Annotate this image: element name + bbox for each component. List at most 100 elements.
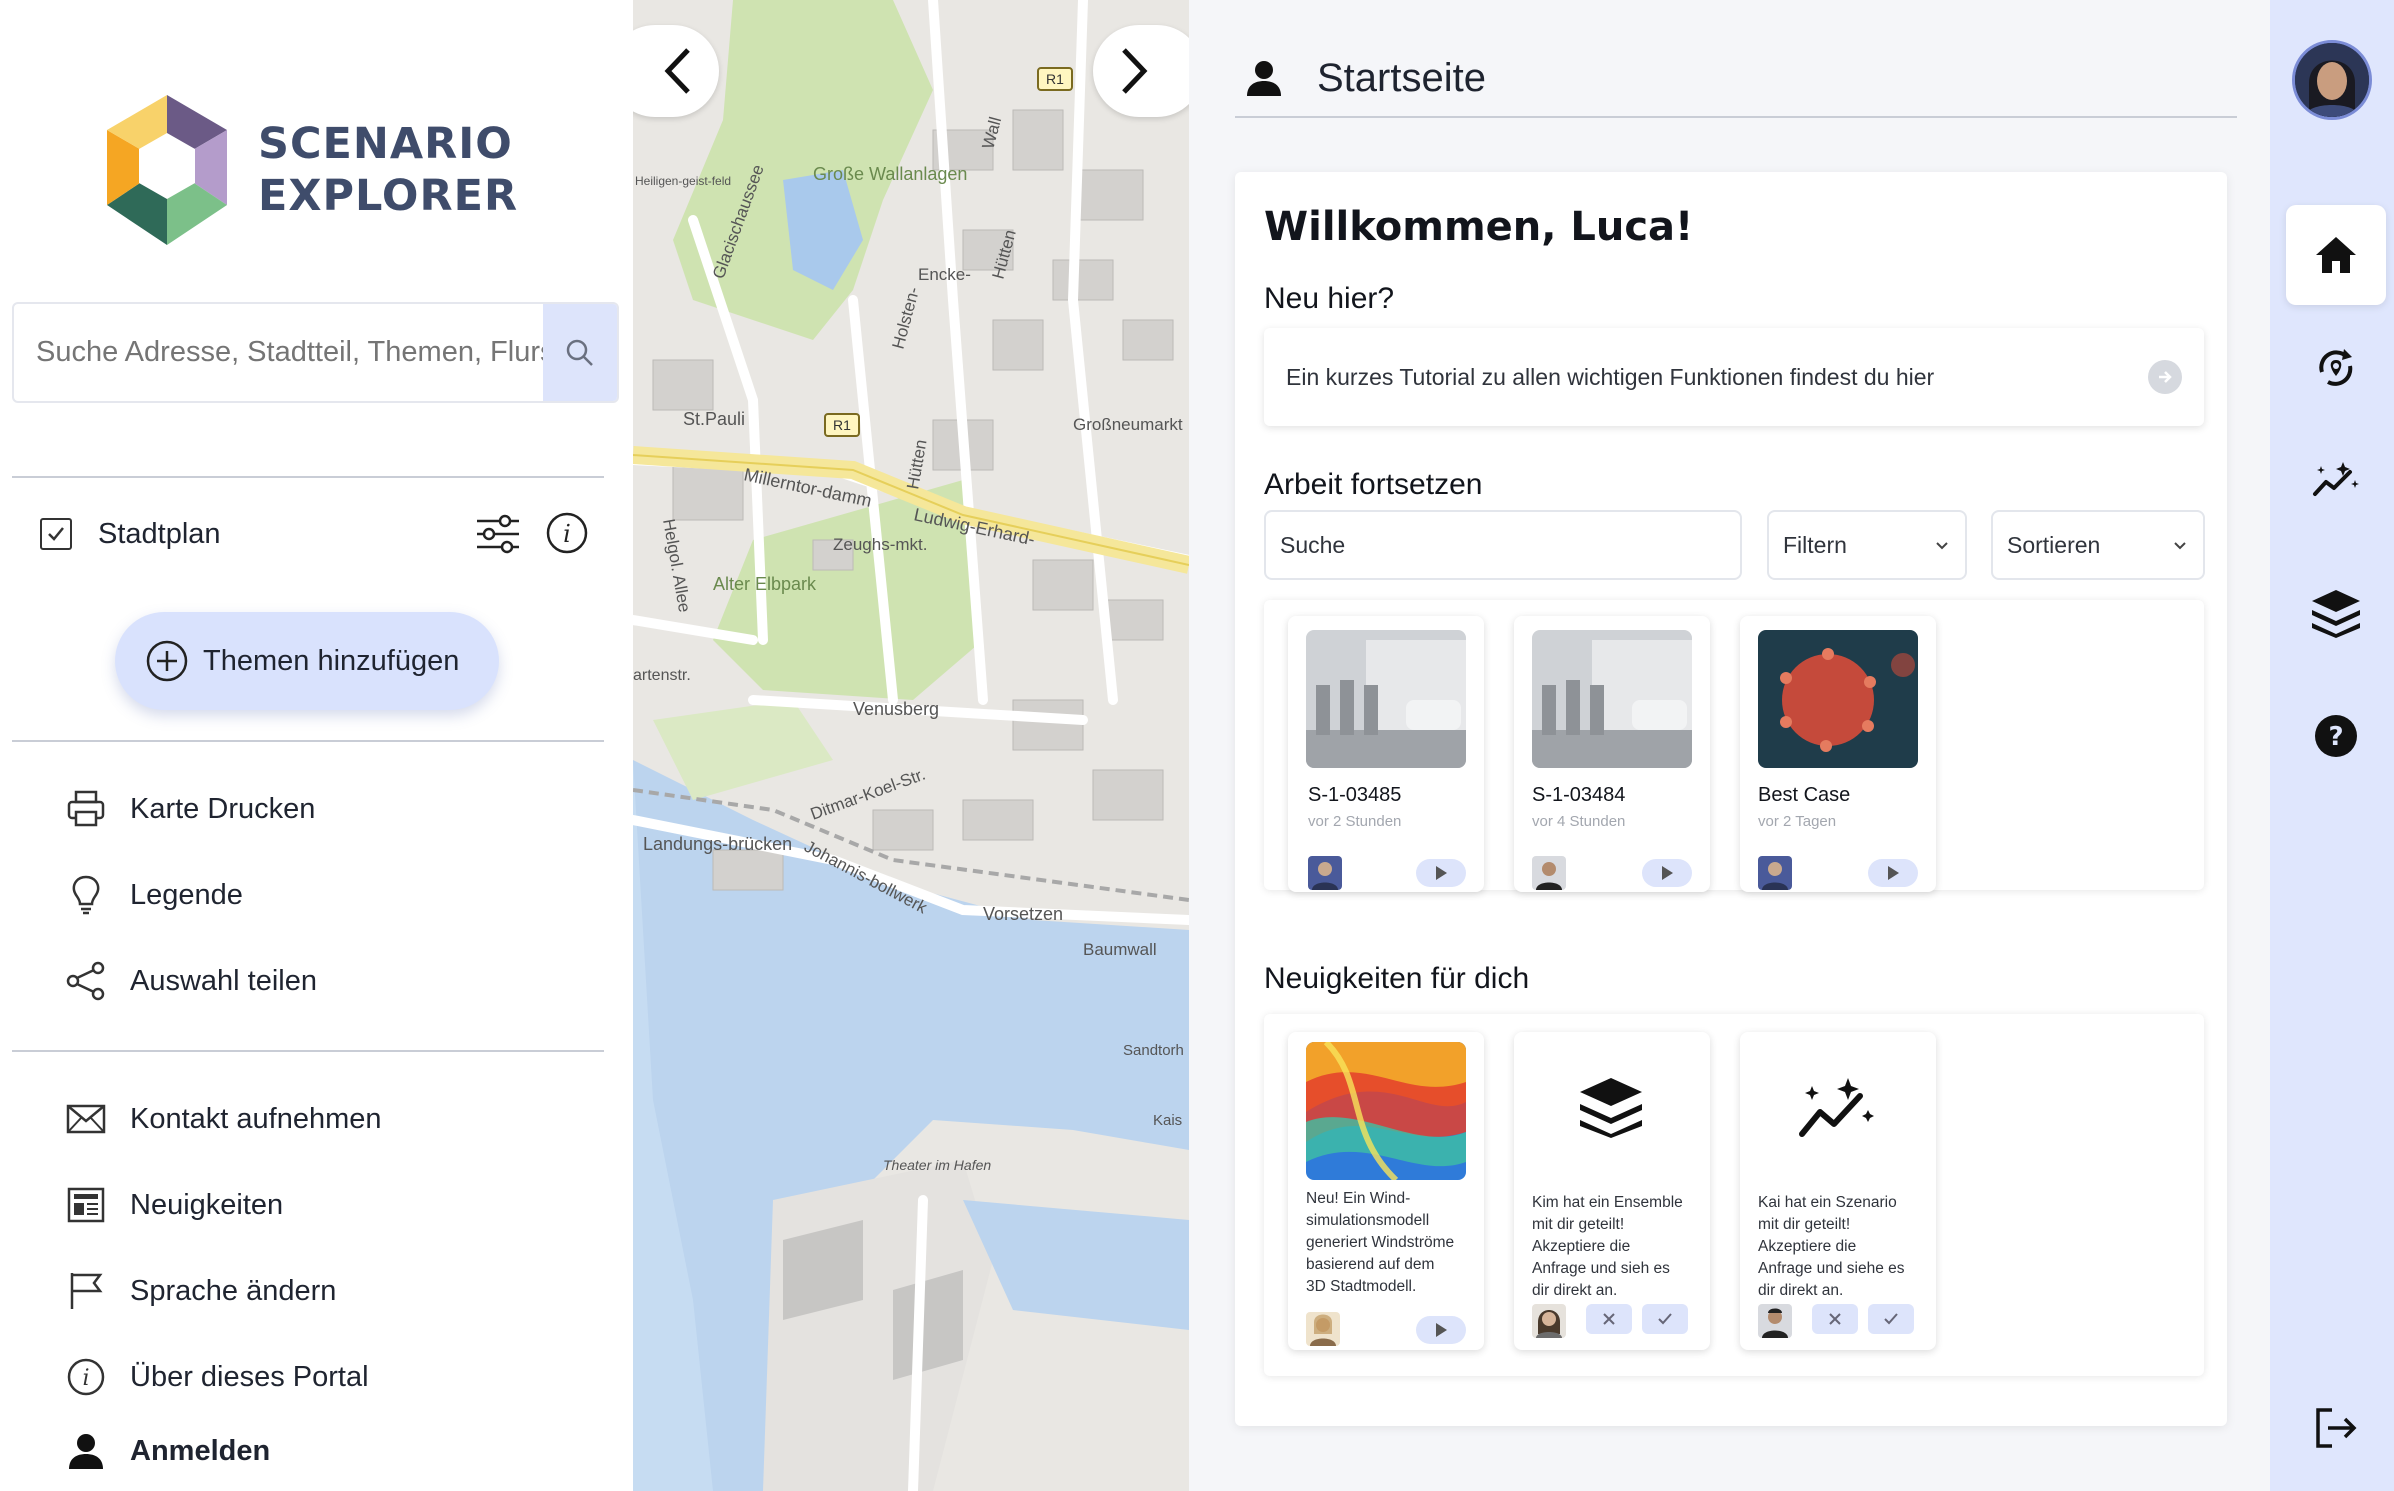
news-text: Kai hat ein Szenario mit dir geteilt! Akze… (1758, 1194, 1905, 1299)
scenario-timestamp: vor 2 Tagen (1758, 813, 1837, 830)
map-label: Kais (1153, 1112, 1182, 1129)
chevron-down-icon (2174, 542, 2186, 550)
right-navigation: ? (2270, 0, 2394, 1491)
decline-button[interactable] (1586, 1304, 1632, 1334)
sort-dropdown[interactable]: Sortieren (1991, 510, 2205, 580)
layer-checkbox[interactable] (40, 518, 72, 550)
new-here-heading: Neu hier? (1264, 282, 1395, 315)
legend-label: Legende (130, 878, 243, 911)
contact-item[interactable]: Kontakt aufnehmen (64, 1094, 382, 1144)
news-card[interactable]: Kim hat ein Ensemble mit dir geteilt! Akze… (1514, 1032, 1710, 1350)
scenario-timestamp: vor 4 Stunden (1532, 813, 1626, 830)
legend-item[interactable]: Legende (64, 870, 243, 920)
print-map-item[interactable]: Karte Drucken (64, 784, 315, 834)
page-header: Startseite (1235, 40, 2237, 118)
login-item[interactable]: Anmelden (64, 1426, 270, 1476)
language-label: Sprache ändern (130, 1274, 337, 1307)
map-label: Baumwall (1083, 940, 1157, 959)
info-icon[interactable]: i (545, 511, 589, 555)
sidebar: SCENARIO EXPLORER Stadtplan i Themen hin… (0, 0, 633, 1491)
filter-label: Filtern (1783, 531, 1847, 558)
play-button[interactable] (1416, 859, 1466, 887)
continue-work-heading: Arbeit fortsetzen (1264, 468, 1483, 501)
tutorial-link[interactable]: Ein kurzes Tutorial zu allen wichtigen F… (1264, 328, 2204, 426)
analytics-icon (2313, 462, 2359, 496)
play-button[interactable] (1868, 859, 1918, 887)
scenario-thumbnail (1758, 630, 1918, 768)
play-button[interactable] (1642, 859, 1692, 887)
scenario-card[interactable]: S-1-03484 vor 4 Stunden (1514, 616, 1710, 892)
tutorial-text: Ein kurzes Tutorial zu allen wichtigen F… (1286, 363, 1935, 390)
map-label: Theater im Hafen (883, 1157, 991, 1173)
logo-text-line1: SCENARIO (258, 119, 513, 169)
welcome-heading: Willkommen, Luca! (1264, 204, 1694, 250)
language-item[interactable]: Sprache ändern (64, 1266, 336, 1316)
route-badge: R1 (824, 413, 860, 437)
news-card[interactable]: Kai hat ein Szenario mit dir geteilt! Akze… (1740, 1032, 1936, 1350)
map-label: Sandtorh (1123, 1042, 1184, 1059)
nav-help[interactable]: ? (2286, 686, 2386, 786)
scenario-title: S-1-03485 (1308, 784, 1402, 806)
news-item[interactable]: Neuigkeiten (64, 1180, 283, 1230)
search-icon (566, 339, 593, 366)
svg-text:i: i (82, 1366, 89, 1391)
work-search-input[interactable]: Suche (1264, 510, 1742, 580)
map-label: Großneumarkt (1073, 415, 1183, 434)
info-icon: i (67, 1358, 105, 1396)
nav-analytics[interactable] (2286, 430, 2386, 530)
decline-button[interactable] (1812, 1304, 1858, 1334)
close-icon (1829, 1313, 1841, 1325)
map-label: Heiligen-geist-feld (635, 174, 731, 188)
filter-dropdown[interactable]: Filtern (1767, 510, 1967, 580)
print-map-label: Karte Drucken (130, 792, 316, 825)
user-icon (69, 1434, 103, 1469)
map-label: St.Pauli (683, 409, 745, 429)
user-avatar[interactable] (2292, 40, 2372, 120)
flag-icon (70, 1273, 103, 1309)
chevron-left-icon (664, 48, 690, 94)
news-cards-container: Neu! Ein Wind-simulationsmodell generiert… (1264, 1014, 2204, 1376)
nav-layers[interactable] (2286, 563, 2386, 663)
map-label: Vorsetzen (983, 904, 1063, 924)
map-label: Wall (979, 115, 1006, 151)
share-icon (66, 961, 105, 1001)
scenario-timestamp: vor 2 Stunden (1308, 813, 1402, 830)
sliders-icon[interactable] (475, 513, 521, 555)
address-search-input[interactable] (14, 304, 543, 401)
map-label: Helgol. Allee (659, 517, 694, 613)
map-next-button[interactable] (1093, 25, 1189, 117)
accept-button[interactable] (1868, 1304, 1914, 1334)
scenario-card[interactable]: S-1-03485 vor 2 Stunden (1288, 616, 1484, 892)
work-cards-container: S-1-03485 vor 2 Stunden S-1-03484 vor 4 … (1264, 600, 2204, 892)
scenario-card[interactable]: Best Case vor 2 Tagen (1740, 616, 1936, 892)
main-content: Startseite Willkommen, Luca! Neu hier? E… (1189, 0, 2270, 1491)
map-label: Holsten- (889, 285, 924, 351)
about-label: Über dieses Portal (130, 1360, 369, 1393)
map-label: Landungs-brücken (643, 834, 792, 854)
svg-text:i: i (563, 520, 571, 548)
arrow-right-icon (2148, 360, 2182, 394)
add-topics-label: Themen hinzufügen (203, 644, 460, 677)
nav-logout[interactable] (2286, 1378, 2386, 1478)
news-card[interactable]: Neu! Ein Wind-simulationsmodell generiert… (1288, 1032, 1484, 1350)
nav-scenarios[interactable] (2286, 318, 2386, 418)
city-map[interactable]: Große Wallanlagen St.Pauli Millerntor-da… (633, 0, 1189, 1491)
search-button[interactable] (543, 304, 617, 401)
checkmark-icon (48, 527, 64, 541)
logo-text-line2: EXPLORER (258, 171, 519, 221)
avatar (1306, 1312, 1340, 1346)
chevron-down-icon (1936, 542, 1948, 550)
nav-home[interactable] (2286, 205, 2386, 305)
add-topics-button[interactable]: Themen hinzufügen (115, 612, 499, 710)
logo-text: SCENARIO EXPLORER (258, 118, 518, 222)
about-item[interactable]: i Über dieses Portal (64, 1352, 369, 1402)
map-canvas[interactable]: Große Wallanlagen St.Pauli Millerntor-da… (633, 0, 1189, 1491)
share-selection-item[interactable]: Auswahl teilen (64, 956, 317, 1006)
accept-button[interactable] (1642, 1304, 1688, 1334)
svg-text:R1: R1 (833, 417, 851, 433)
user-icon (1247, 61, 1281, 96)
play-button[interactable] (1416, 1316, 1466, 1344)
map-label: Encke- (918, 265, 971, 284)
lightbulb-icon (72, 875, 100, 915)
sort-label: Sortieren (2007, 531, 2101, 558)
